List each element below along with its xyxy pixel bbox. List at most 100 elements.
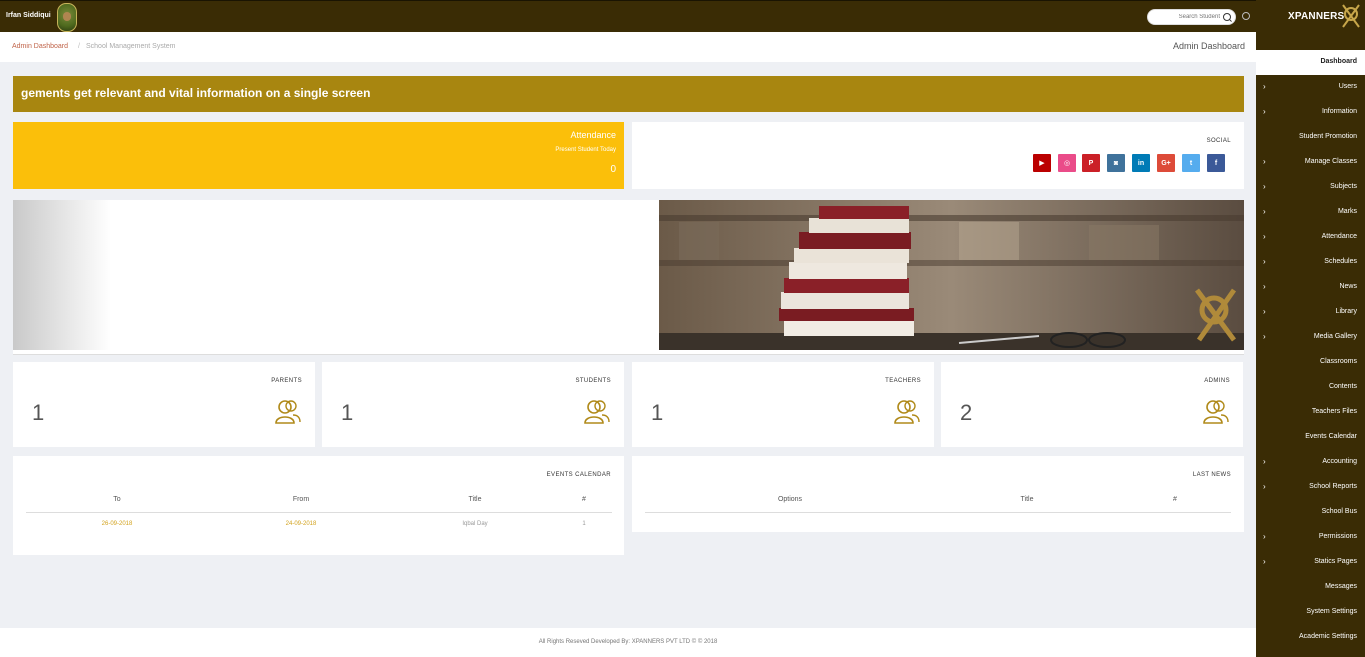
chevron-right-icon[interactable]: › (1263, 157, 1266, 166)
youtube-button[interactable]: ▶ (1033, 154, 1051, 172)
sidebar-item-news[interactable]: › News (1256, 275, 1365, 300)
sidebar-item-label: Subjects (1330, 183, 1357, 190)
avatar[interactable] (57, 3, 77, 32)
sidebar-item-marks[interactable]: › Marks (1256, 200, 1365, 225)
stat-value: 1 (341, 400, 354, 425)
attendance-subtitle: Present Student Today (555, 147, 616, 153)
dribbble-button[interactable]: ◎ (1058, 154, 1076, 172)
sidebar-item-label: News (1339, 283, 1357, 290)
linkedin-icon: in (1137, 159, 1145, 167)
events-header-from[interactable]: From (293, 496, 309, 503)
sidebar-item-label: Media Gallery (1313, 333, 1357, 340)
sidebar-item-academic-settings[interactable]: Academic Settings (1256, 625, 1365, 650)
sidebar-item-schedules[interactable]: › Schedules (1256, 250, 1365, 275)
news-header-title[interactable]: Title (1021, 496, 1034, 503)
sidebar-item-accounting[interactable]: › Accounting (1256, 450, 1365, 475)
stat-label: PARENTS (271, 378, 302, 384)
news-header-number[interactable]: # (1173, 496, 1177, 503)
sidebar-item-school-bus[interactable]: School Bus (1256, 500, 1365, 525)
sidebar-item-library[interactable]: › Library (1256, 300, 1365, 325)
search-box[interactable] (1147, 9, 1236, 25)
breadcrumb-home-link[interactable]: Admin Dashboard (12, 43, 68, 50)
chevron-right-icon[interactable]: › (1263, 182, 1266, 191)
chevron-right-icon[interactable]: › (1263, 457, 1266, 466)
chevron-right-icon[interactable]: › (1263, 482, 1266, 491)
user-name[interactable]: Irfan Siddiqui (6, 12, 51, 19)
twitter-icon: t (1189, 159, 1193, 167)
sidebar-item-school-reports[interactable]: › School Reports (1256, 475, 1365, 500)
sidebar-item-subjects[interactable]: › Subjects (1256, 175, 1365, 200)
sidebar-item-messages[interactable]: Messages (1256, 575, 1365, 600)
banner-fade (13, 200, 111, 350)
sidebar-item-label: School Reports (1309, 483, 1357, 490)
brand-name[interactable]: XPANNERS (1288, 11, 1344, 22)
books-banner-image (659, 200, 1244, 350)
linkedin-button[interactable]: in (1132, 154, 1150, 172)
instagram-button[interactable]: ◙ (1107, 154, 1125, 172)
sidebar-item-label: Accounting (1322, 458, 1357, 465)
chevron-right-icon[interactable]: › (1263, 107, 1266, 116)
sidebar-item-dashboard[interactable]: Dashboard (1256, 50, 1365, 75)
pinterest-icon: P (1088, 159, 1094, 167)
chevron-right-icon[interactable]: › (1263, 557, 1266, 566)
settings-icon[interactable] (1242, 12, 1250, 20)
attendance-card: Attendance Present Student Today 0 (13, 122, 624, 189)
chevron-right-icon[interactable]: › (1263, 257, 1266, 266)
events-calendar-card: EVENTS CALENDAR To From Title # 26-09-20… (13, 456, 624, 555)
chevron-right-icon[interactable]: › (1263, 82, 1266, 91)
chevron-right-icon[interactable]: › (1263, 232, 1266, 241)
users-icon (275, 400, 301, 424)
chevron-right-icon[interactable]: › (1263, 282, 1266, 291)
twitter-button[interactable]: t (1182, 154, 1200, 172)
chevron-right-icon[interactable]: › (1263, 332, 1266, 341)
events-header-rule (26, 512, 612, 513)
attendance-value: 0 (610, 164, 616, 175)
sidebar-item-label: System Settings (1306, 608, 1357, 615)
search-icon[interactable] (1223, 13, 1231, 21)
breadcrumb-separator: / (78, 43, 80, 50)
events-header-to[interactable]: To (113, 496, 120, 503)
users-icon (894, 400, 920, 424)
sidebar-item-contents[interactable]: Contents (1256, 375, 1365, 400)
news-header-options[interactable]: Options (778, 496, 802, 503)
sidebar-item-statics-pages[interactable]: › Statics Pages (1256, 550, 1365, 575)
sidebar-item-system-settings[interactable]: System Settings (1256, 600, 1365, 625)
pinterest-button[interactable]: P (1082, 154, 1100, 172)
sidebar-item-attendance[interactable]: › Attendance (1256, 225, 1365, 250)
chevron-right-icon[interactable]: › (1263, 207, 1266, 216)
brand-logo-icon (1342, 4, 1360, 28)
sidebar-item-label: Events Calendar (1305, 433, 1357, 440)
events-cell-title[interactable]: Iqbal Day (462, 521, 487, 527)
events-header-title[interactable]: Title (469, 496, 482, 503)
sidebar-item-label: Information (1321, 108, 1357, 115)
sidebar-item-events-calendar[interactable]: Events Calendar (1256, 425, 1365, 450)
news-title: LAST NEWS (1192, 472, 1231, 478)
stat-card-admins: ADMINS 2 (941, 362, 1243, 447)
breadcrumb-current: School Management System (86, 43, 176, 50)
events-cell-from: 24-09-2018 (285, 521, 317, 527)
chevron-right-icon[interactable]: › (1263, 532, 1266, 541)
google-plus-button[interactable]: G+ (1157, 154, 1175, 172)
sidebar-item-label: Marks (1337, 208, 1357, 215)
sidebar-item-student-promotion[interactable]: Student Promotion (1256, 125, 1365, 150)
sidebar-item-label: School Bus (1321, 508, 1357, 515)
sidebar-item-information[interactable]: › Information (1256, 100, 1365, 125)
chevron-right-icon[interactable]: › (1263, 307, 1266, 316)
events-cell-to: 26-09-2018 (101, 521, 133, 527)
marquee-text: gements get relevant and vital informati… (21, 86, 371, 100)
sidebar-item-media-gallery[interactable]: › Media Gallery (1256, 325, 1365, 350)
events-header-number[interactable]: # (582, 496, 586, 503)
sidebar-item-manage-classes[interactable]: › Manage Classes (1256, 150, 1365, 175)
sidebar-item-label: Library (1335, 308, 1357, 315)
sidebar-item-users[interactable]: › Users (1256, 75, 1365, 100)
page-title: Admin Dashboard (1172, 41, 1245, 51)
sidebar-item-permissions[interactable]: › Permissions (1256, 525, 1365, 550)
search-input[interactable] (1154, 12, 1220, 22)
sidebar-item-teachers-files[interactable]: Teachers Files (1256, 400, 1365, 425)
last-news-card: LAST NEWS Options Title # (632, 456, 1244, 532)
facebook-button[interactable]: f (1207, 154, 1225, 172)
announcement-marquee: gements get relevant and vital informati… (13, 76, 1244, 112)
stat-value: 1 (32, 400, 45, 425)
users-icon (584, 400, 610, 424)
sidebar-item-classrooms[interactable]: Classrooms (1256, 350, 1365, 375)
